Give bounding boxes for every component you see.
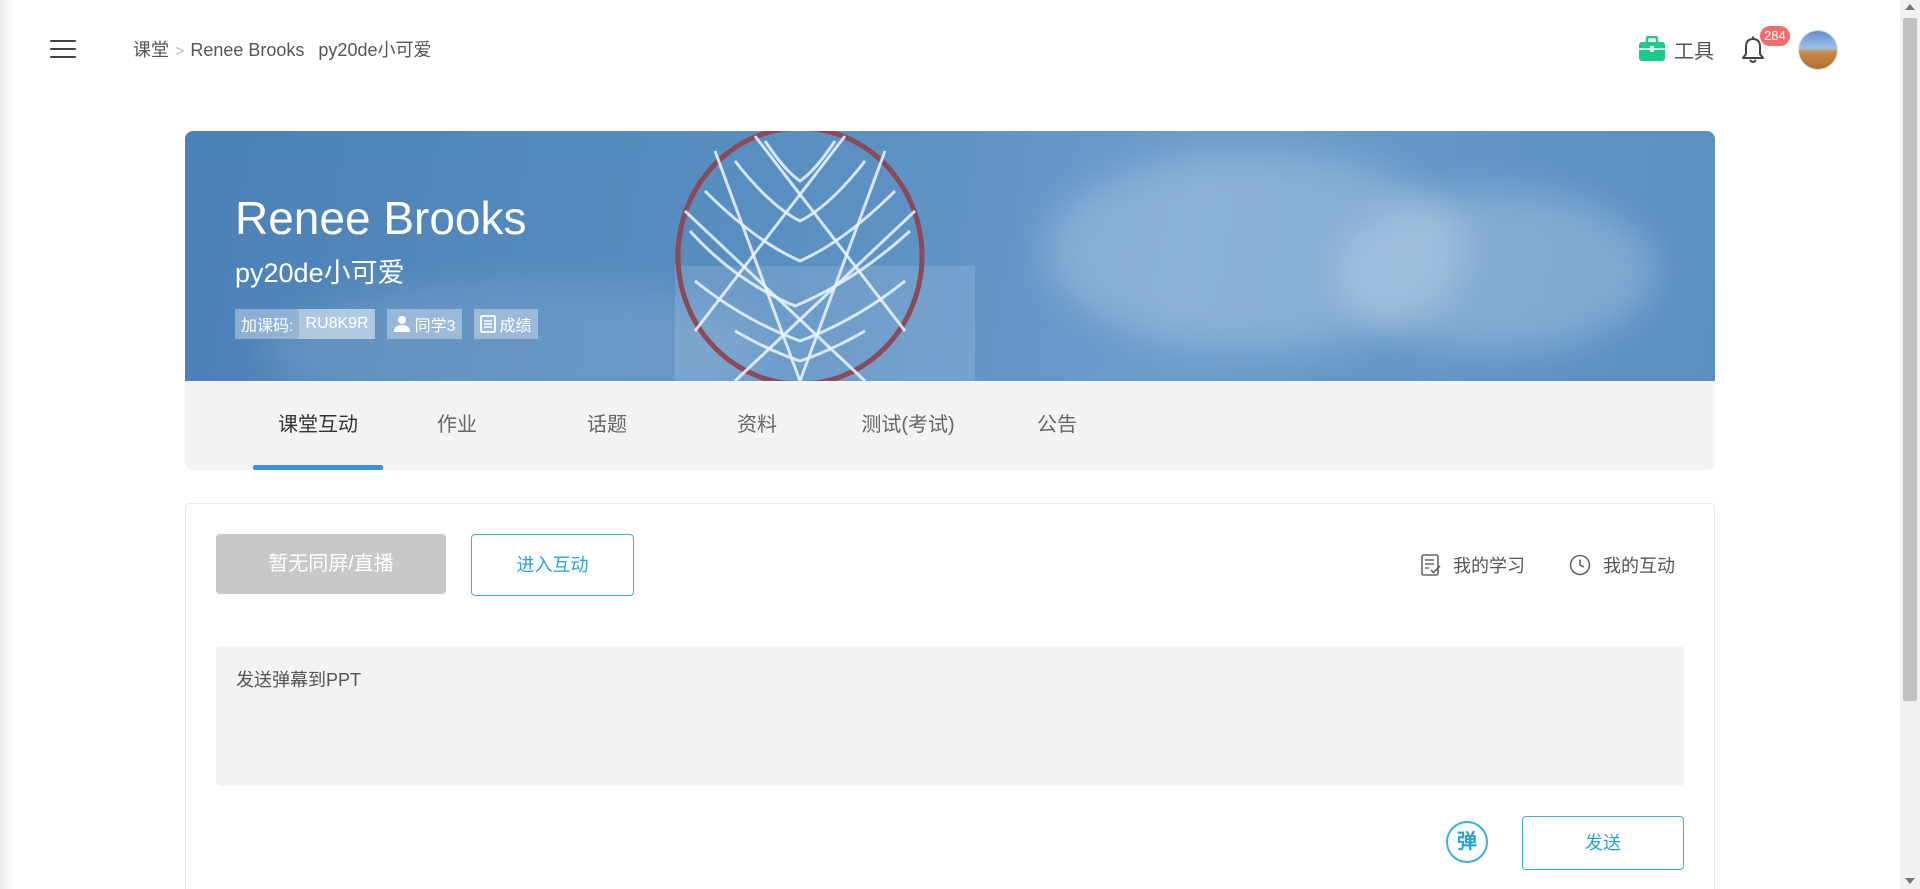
danmaku-input[interactable]	[216, 646, 1684, 786]
checklist-icon	[1421, 554, 1441, 576]
breadcrumb-class: py20de小可爱	[318, 40, 432, 60]
scroll-down-arrow-icon[interactable]	[1905, 878, 1915, 884]
document-icon	[479, 315, 496, 333]
grades-label: 成绩	[499, 318, 532, 335]
tools-label: 工具	[1674, 40, 1714, 63]
scroll-thumb[interactable]	[1903, 18, 1917, 701]
tab-classroom-interaction[interactable]: 课堂互动	[253, 381, 383, 470]
class-name: py20de小可爱	[235, 258, 405, 288]
breadcrumb-root[interactable]: 课堂	[133, 40, 169, 60]
breadcrumb-course[interactable]: Renee Brooks	[190, 40, 304, 60]
top-bar: 课堂 > Renee Brooks py20de小可爱 工具 284	[0, 0, 1900, 100]
user-avatar[interactable]	[1798, 30, 1838, 70]
course-banner: Renee Brooks py20de小可爱 加课码: RU8K9R 同学3 成…	[185, 131, 1715, 381]
classmates-tag[interactable]: 同学3	[386, 309, 462, 339]
tab-tests[interactable]: 测试(考试)	[848, 381, 968, 470]
scroll-up-arrow-icon[interactable]	[1905, 4, 1915, 10]
my-study-label: 我的学习	[1453, 556, 1525, 576]
tools-button[interactable]: 工具	[1638, 34, 1714, 64]
course-header-card: Renee Brooks py20de小可爱 加课码: RU8K9R 同学3 成…	[185, 131, 1715, 470]
enter-interaction-button[interactable]: 进入互动	[471, 534, 634, 596]
course-tabs: 课堂互动 作业 话题 资料 测试(考试) 公告	[185, 381, 1715, 470]
breadcrumb: 课堂 > Renee Brooks py20de小可爱	[133, 36, 431, 62]
breadcrumb-separator: >	[175, 43, 185, 60]
course-tags: 加课码: RU8K9R 同学3 成绩	[235, 309, 550, 339]
join-code-tag[interactable]: 加课码: RU8K9R	[235, 309, 375, 339]
course-title: Renee Brooks	[235, 192, 527, 244]
join-code-label: 加课码:	[241, 318, 294, 335]
join-code-value: RU8K9R	[299, 309, 375, 339]
hamburger-menu-icon[interactable]	[50, 40, 76, 60]
grades-tag[interactable]: 成绩	[473, 309, 538, 339]
live-screen-button[interactable]: 暂无同屏/直播	[216, 534, 446, 594]
notification-badge: 284	[1760, 26, 1790, 46]
tab-announcements[interactable]: 公告	[1007, 381, 1107, 470]
tab-homework[interactable]: 作业	[407, 381, 507, 470]
danmaku-toggle-button[interactable]: 弹	[1446, 821, 1488, 863]
page-edge-shadow	[0, 0, 14, 889]
basketball-hoop-image	[675, 131, 975, 381]
classmates-label: 同学3	[414, 318, 456, 335]
tab-topics[interactable]: 话题	[557, 381, 657, 470]
my-study-link[interactable]: 我的学习	[1421, 552, 1525, 578]
person-icon	[393, 316, 410, 332]
interaction-panel: 暂无同屏/直播 进入互动 我的学习 我的互动 弹 发送	[185, 503, 1715, 889]
send-button[interactable]: 发送	[1522, 816, 1684, 870]
vertical-scrollbar[interactable]	[1900, 0, 1920, 889]
toolbox-icon	[1639, 36, 1665, 61]
tab-materials[interactable]: 资料	[707, 381, 807, 470]
clock-icon	[1569, 554, 1591, 576]
my-interaction-label: 我的互动	[1603, 556, 1675, 576]
my-interaction-link[interactable]: 我的互动	[1569, 552, 1675, 578]
